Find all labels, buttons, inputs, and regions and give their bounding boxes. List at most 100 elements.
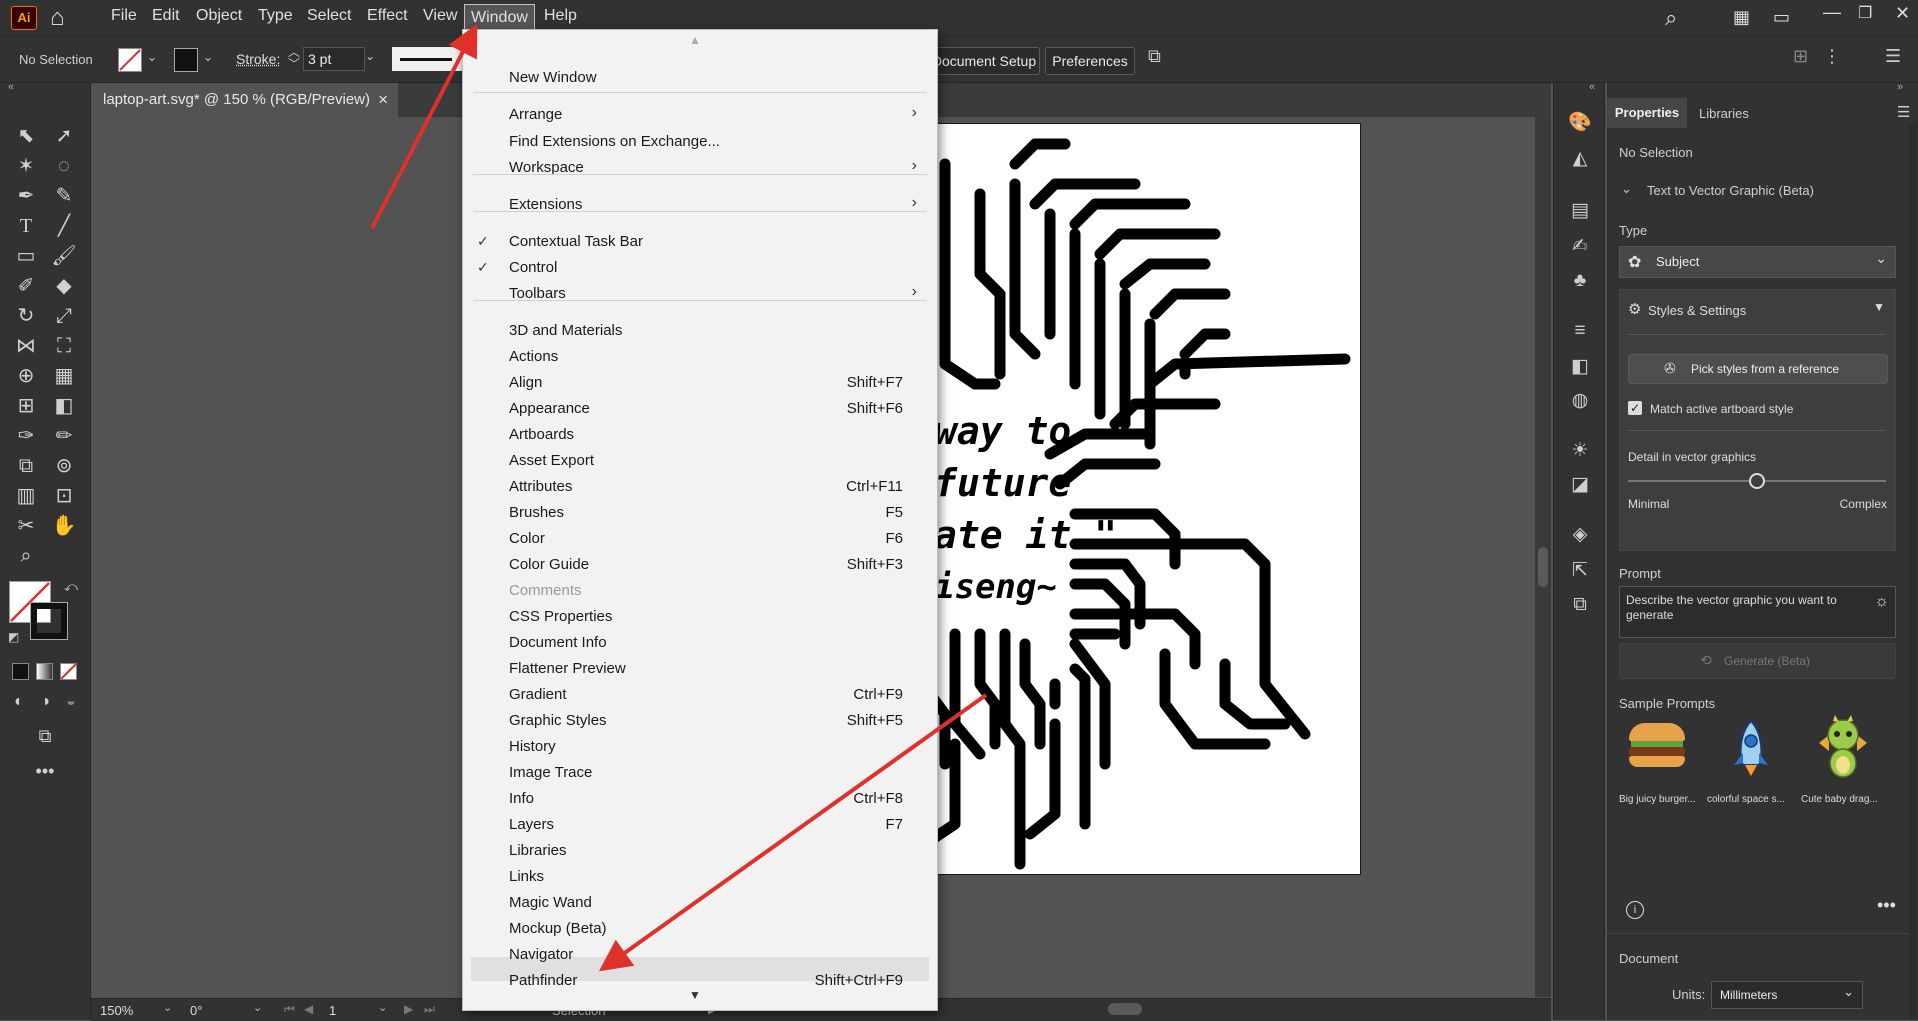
info-icon[interactable]: i [1626,901,1644,919]
asset-export-icon[interactable]: ⇱ [1568,559,1592,583]
sample-rocket[interactable]: colorful space s... [1707,713,1797,813]
stroke-color-box[interactable] [30,602,68,640]
draw-inside-icon[interactable]: ◒ [58,689,84,715]
menu-item-gradient[interactable]: Gradient Ctrl+F9 [463,684,937,706]
menu-view[interactable]: View [423,7,457,25]
eyedropper-tool-icon[interactable]: ✑ [13,423,39,449]
eraser-tool-icon[interactable]: ◆ [51,273,77,299]
graph-tool-icon[interactable]: ▥ [13,483,39,509]
menu-item-arrange[interactable]: Arrange › [463,104,937,126]
detail-slider-thumb[interactable] [1749,473,1765,489]
artboard-tool-icon[interactable]: ⊡ [51,483,77,509]
menu-scroll-up-icon[interactable]: ▲ [689,33,701,47]
zoom-dropdown-icon[interactable]: ⌄ [163,1001,172,1014]
menu-type[interactable]: Type [258,7,293,25]
collapse-toolbar-icon[interactable]: « [8,81,14,93]
units-dropdown[interactable]: Millimeters ⌄ [1711,981,1863,1009]
vertical-scrollbar[interactable] [1535,117,1551,997]
lasso-tool-icon[interactable]: ◌ [51,153,77,179]
draw-normal-icon[interactable]: ◐ [6,689,32,715]
shaper-tool-icon[interactable]: ✐ [13,273,39,299]
selection-tool-icon[interactable]: ⬉ [13,123,39,149]
workspace-icon[interactable]: ▭ [1773,7,1790,28]
arrange-documents-icon[interactable]: ▦ [1733,7,1750,28]
stroke-stepper-icon[interactable]: ︿ ﹀ [288,46,300,70]
artboards-panel-icon[interactable]: ⧉ [1568,593,1592,617]
measure-tool-icon[interactable]: ✏ [51,423,77,449]
stroke-panel-icon[interactable]: ≡ [1568,319,1592,343]
search-icon[interactable]: ⌕ [1665,5,1677,31]
menu-window[interactable]: Window [464,4,535,32]
panel-options-icon[interactable]: ☰ [1897,103,1910,121]
rectangle-tool-icon[interactable]: ▭ [13,243,39,269]
rotate-view-field[interactable]: 0° [190,1003,202,1018]
draw-behind-icon[interactable]: ◑ [32,689,58,715]
swap-colors-icon[interactable]: ⤺ [64,579,78,595]
layers-icon[interactable]: ◈ [1568,523,1592,547]
styles-collapse-icon[interactable]: ▼ [1873,300,1885,314]
first-artboard-icon[interactable]: ⏮ [284,1002,295,1017]
tab-properties[interactable]: Properties [1607,98,1687,128]
prev-artboard-icon[interactable]: ◀ [304,1002,313,1016]
generate-button[interactable]: ⟲ Generate (Beta) [1619,643,1896,679]
menu-item-artboards[interactable]: Artboards [463,424,937,446]
menu-item-flattener-preview[interactable]: Flattener Preview [463,658,937,680]
stroke-swatch[interactable] [174,48,198,72]
edit-toolbar-icon[interactable]: ••• [32,758,58,784]
sample-dragon[interactable]: Cute baby drag... [1801,713,1891,813]
rotate-dropdown-icon[interactable]: ⌄ [253,1001,262,1014]
shape-builder-tool-icon[interactable]: ⊕ [13,363,39,389]
default-colors-icon[interactable]: ◩ [8,630,19,644]
perspective-grid-tool-icon[interactable]: ▦ [51,363,77,389]
more-options-icon[interactable]: ••• [1877,895,1896,916]
menu-item-attributes[interactable]: Attributes Ctrl+F11 [463,476,937,498]
mesh-tool-icon[interactable]: ⊞ [13,393,39,419]
line-tool-icon[interactable]: ╱ [51,213,77,239]
close-tab-icon[interactable]: × [378,83,388,117]
panel-scrollbar[interactable] [1909,123,1917,1018]
scale-tool-icon[interactable]: ⤢ [51,303,77,329]
align-icon[interactable]: ⊞ [1793,46,1808,67]
menu-item-layers[interactable]: Layers F7 [463,814,937,836]
menu-item-new-window[interactable]: New Window [463,67,937,89]
stroke-dropdown-icon[interactable]: ⌄ [203,50,213,64]
appearance-icon[interactable]: ☀ [1568,439,1592,463]
collapse-panel-icon[interactable]: » [1897,81,1903,93]
panel-menu-icon[interactable]: ☰ [1885,46,1901,67]
close-icon[interactable]: ✕ [1895,3,1910,24]
zoom-level-field[interactable]: 150% [100,1003,133,1018]
gradient-mode-icon[interactable] [36,663,53,680]
text-to-vector-section-title[interactable]: Text to Vector Graphic (Beta) [1647,183,1814,198]
tab-libraries[interactable]: Libraries [1699,106,1749,121]
distribute-icon[interactable]: ⋮ [1823,46,1841,67]
menu-item-color-guide[interactable]: Color Guide Shift+F3 [463,554,937,576]
sample-burger[interactable]: Big juicy burger... [1619,713,1699,813]
curvature-tool-icon[interactable]: ✎ [51,183,77,209]
next-artboard-icon[interactable]: ▶ [404,1002,413,1016]
minimize-icon[interactable]: — [1823,2,1841,23]
prompt-input[interactable]: Describe the vector graphic you want to … [1619,586,1896,638]
menu-item-links[interactable]: Links [463,866,937,888]
direct-selection-tool-icon[interactable]: ➚ [51,123,77,149]
color-mode-icon[interactable] [12,663,29,680]
menu-item-contextual-task-bar[interactable]: Contextual Task Bar ✓ [463,231,937,253]
zoom-tool-icon[interactable]: ⌕ [13,543,39,569]
menu-item-control[interactable]: Control ✓ [463,257,937,279]
section-chevron-icon[interactable]: ⌄ [1621,181,1632,197]
last-artboard-icon[interactable]: ⏭ [424,1002,435,1017]
gradient-tool-icon[interactable]: ◧ [51,393,77,419]
symbols-icon[interactable]: ♣ [1568,269,1592,293]
lightbulb-icon[interactable]: ☼ [1874,593,1889,611]
menu-item-navigator[interactable]: Navigator [463,944,937,966]
pick-styles-button[interactable]: ✇ Pick styles from a reference [1628,354,1888,384]
stroke-label[interactable]: Stroke: [236,51,280,67]
graphic-styles-icon[interactable]: ◪ [1568,473,1592,497]
menu-item-find-extensions-on-exchange[interactable]: Find Extensions on Exchange... [463,131,937,153]
color-guide-icon[interactable]: ◭ [1568,147,1592,171]
menu-item-asset-export[interactable]: Asset Export [463,450,937,472]
document-setup-button[interactable]: Document Setup [928,47,1040,75]
menu-help[interactable]: Help [544,7,577,25]
menu-item-libraries[interactable]: Libraries [463,840,937,862]
menu-effect[interactable]: Effect [367,7,408,25]
menu-item-toolbars[interactable]: Toolbars › [463,283,937,305]
